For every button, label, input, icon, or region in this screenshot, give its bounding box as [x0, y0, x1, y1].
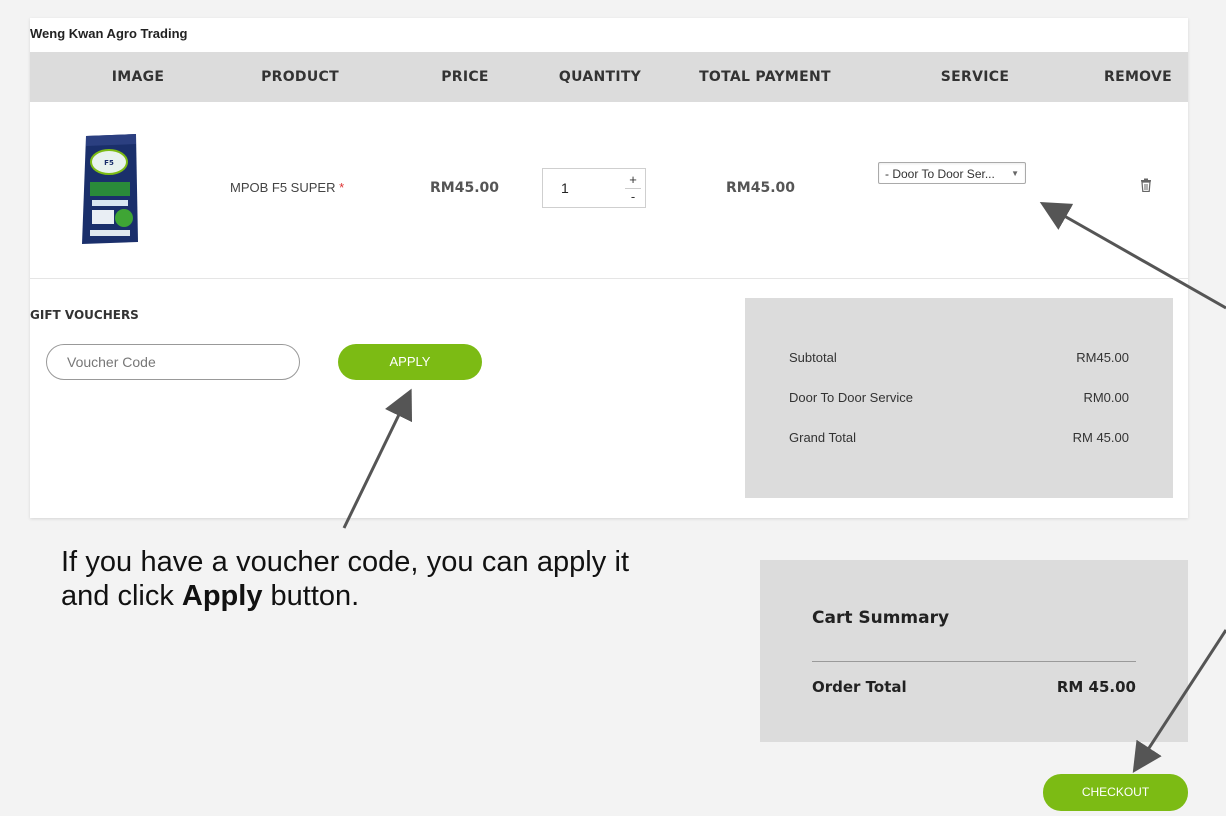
subtotal-label: Subtotal — [789, 350, 837, 365]
instruction-text-bold: Apply — [181, 580, 263, 612]
quantity-decrease-button[interactable]: - — [627, 189, 639, 205]
header-image: IMAGE — [111, 69, 165, 85]
header-service: SERVICE — [940, 69, 1010, 85]
subtotal-row: Subtotal RM45.00 — [789, 350, 1129, 365]
header-total-payment: TOTAL PAYMENT — [699, 69, 831, 85]
header-remove: REMOVE — [1104, 69, 1172, 85]
summary-divider — [812, 661, 1136, 662]
instruction-text: If you have a voucher code, you can appl… — [61, 545, 629, 613]
table-header: IMAGE PRODUCT PRICE QUANTITY TOTAL PAYME… — [30, 52, 1188, 102]
service-selected-value: - Door To Door Ser... — [885, 167, 995, 181]
quantity-stepper[interactable]: 1 + - — [542, 168, 646, 208]
cart-summary: Cart Summary Order Total RM 45.00 — [760, 560, 1188, 742]
product-name-text: MPOB F5 SUPER — [230, 180, 336, 195]
header-price: PRICE — [441, 69, 489, 85]
fertilizer-bag-icon: F5 — [76, 130, 144, 248]
quantity-input[interactable]: 1 — [561, 180, 569, 196]
row-total-payment: RM45.00 — [726, 180, 795, 196]
store-name: Weng Kwan Agro Trading — [30, 26, 188, 41]
subtotal-value: RM45.00 — [1076, 350, 1129, 365]
header-quantity: QUANTITY — [558, 69, 642, 85]
cart-summary-title: Cart Summary — [812, 608, 950, 628]
service-fee-value: RM0.00 — [1083, 390, 1129, 405]
grand-total-value: RM 45.00 — [1072, 430, 1129, 445]
product-price: RM45.00 — [430, 180, 499, 196]
product-name[interactable]: MPOB F5 SUPER * — [230, 180, 344, 195]
checkout-button[interactable]: CHECKOUT — [1043, 774, 1188, 811]
grand-total-label: Grand Total — [789, 430, 856, 445]
order-total-label: Order Total — [812, 678, 907, 696]
grand-total-row: Grand Total RM 45.00 — [789, 430, 1129, 445]
apply-button[interactable]: APPLY — [338, 344, 482, 380]
cart-card: Weng Kwan Agro Trading IMAGE PRODUCT PRI… — [30, 18, 1188, 518]
service-fee-row: Door To Door Service RM0.00 — [789, 390, 1129, 405]
service-fee-label: Door To Door Service — [789, 390, 914, 405]
totals-box: Subtotal RM45.00 Door To Door Service RM… — [745, 298, 1173, 498]
service-select[interactable]: - Door To Door Ser... ▼ — [878, 162, 1026, 184]
quantity-increase-button[interactable]: + — [627, 172, 639, 188]
dropdown-arrow-icon: ▼ — [1011, 169, 1019, 178]
table-row: F5 MPOB F5 SUPER * RM45.00 1 + - RM45.00… — [30, 102, 1188, 279]
required-mark: * — [339, 180, 345, 195]
header-product: PRODUCT — [261, 69, 339, 85]
trash-icon[interactable] — [1140, 178, 1152, 193]
voucher-code-input[interactable]: Voucher Code — [46, 344, 300, 380]
svg-text:F5: F5 — [104, 159, 114, 167]
gift-vouchers-label: GIFT VOUCHERS — [30, 308, 139, 322]
instruction-text-end: button. — [262, 580, 360, 612]
order-total-value: RM 45.00 — [1056, 678, 1136, 696]
